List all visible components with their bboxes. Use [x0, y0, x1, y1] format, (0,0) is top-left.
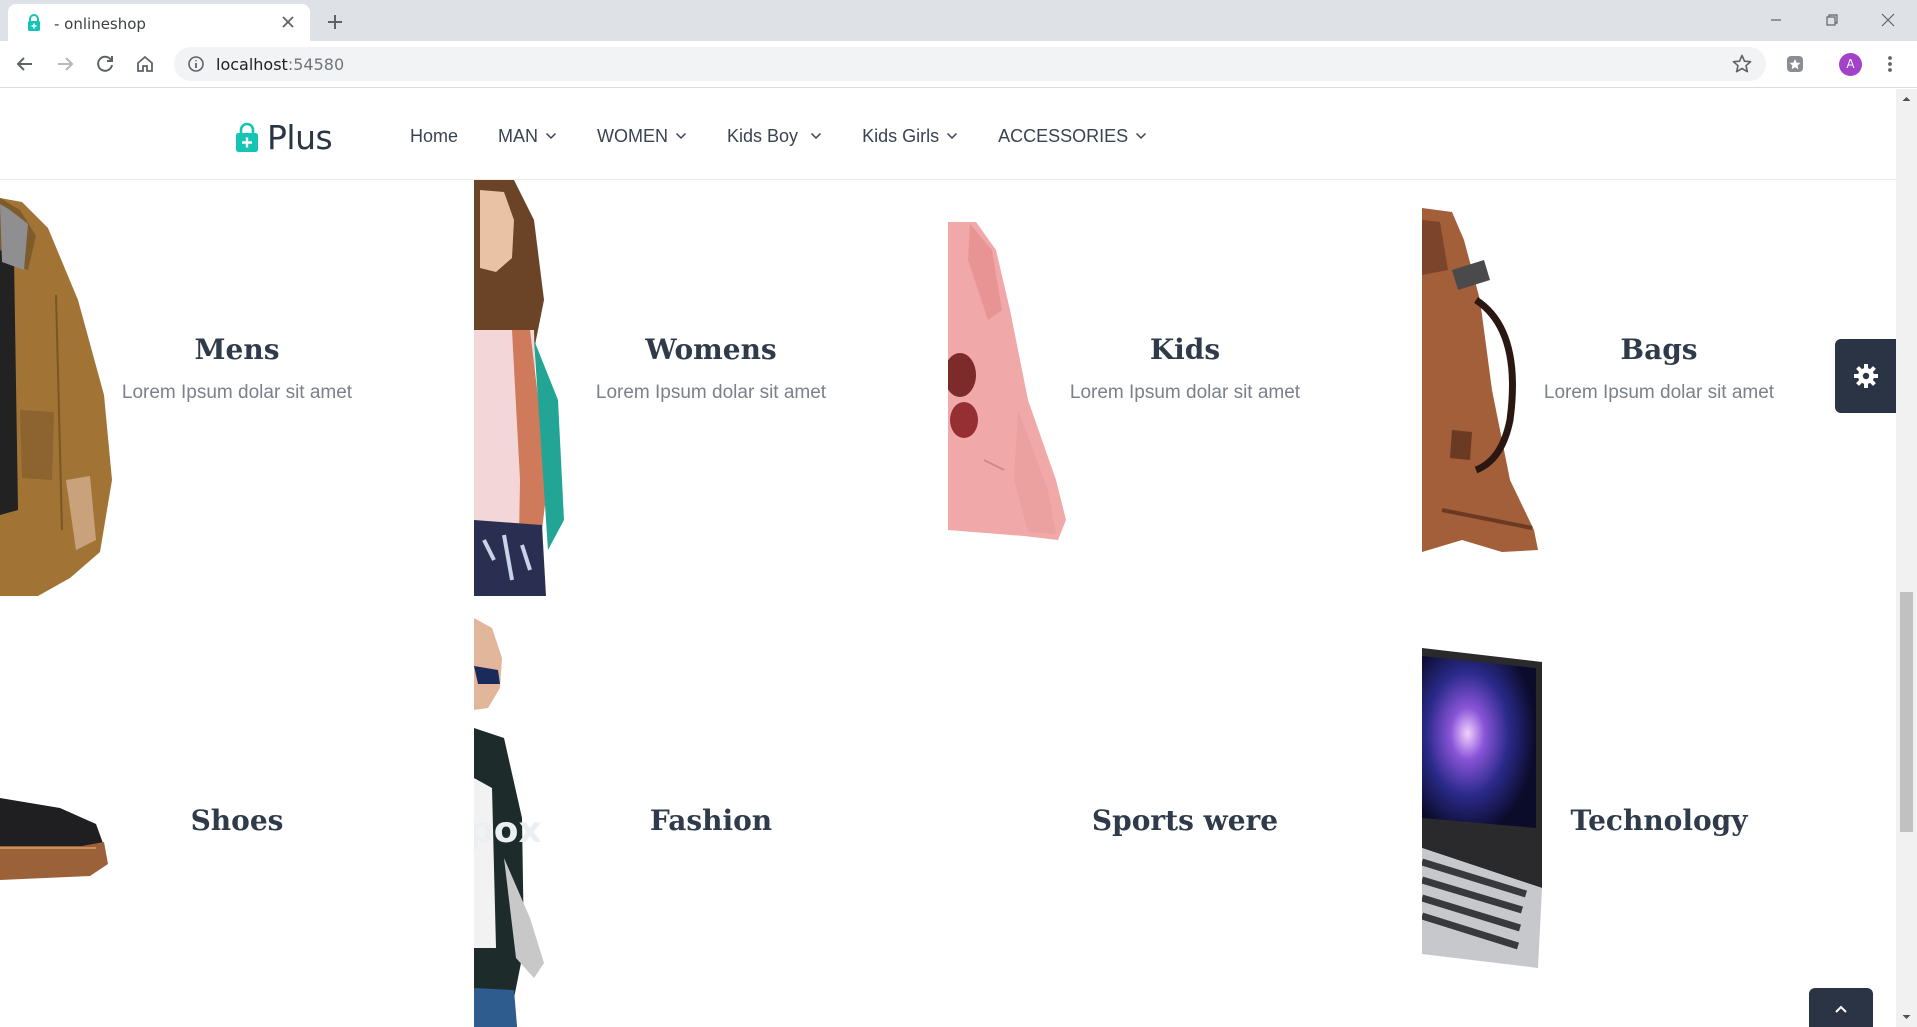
category-text: Shoes	[0, 804, 474, 837]
logo-text: Plus	[267, 117, 333, 157]
nav-kids-girls[interactable]: Kids Girls	[862, 126, 958, 147]
category-text: Sports were	[948, 804, 1422, 837]
category-title: Womens	[645, 333, 777, 366]
extension-icon[interactable]	[1781, 50, 1809, 78]
url-host: localhost	[216, 55, 288, 74]
chevron-down-icon	[545, 132, 557, 140]
category-text: Womens Lorem Ipsum dolar sit amet	[474, 333, 948, 404]
category-subtitle: Lorem Ipsum dolar sit amet	[1069, 382, 1301, 403]
profile-avatar[interactable]: A	[1839, 53, 1862, 76]
new-tab-icon[interactable]	[321, 8, 349, 36]
scroll-up-arrow-icon[interactable]	[1900, 93, 1913, 105]
category-card-fashion[interactable]: pox Fashion	[474, 618, 948, 1027]
category-card-bags[interactable]: Bags Lorem Ipsum dolar sit amet	[1422, 180, 1896, 596]
nav-label: Kids Girls	[862, 125, 940, 146]
browser-toolbar: localhost:54580 A	[0, 41, 1917, 88]
bookmark-star-icon[interactable]	[1731, 53, 1753, 75]
back-icon[interactable]	[11, 50, 39, 78]
nav-man[interactable]: MAN	[498, 126, 557, 147]
chevron-up-icon	[1835, 1005, 1847, 1013]
chevron-down-icon	[947, 132, 958, 140]
close-tab-icon[interactable]	[276, 10, 300, 34]
url-port: :54580	[287, 55, 345, 74]
back-to-top-button[interactable]	[1809, 988, 1873, 1027]
restore-icon[interactable]	[1818, 6, 1846, 34]
chevron-down-icon	[811, 132, 822, 140]
category-title: Sports were	[1091, 804, 1279, 837]
category-card-technology[interactable]: Technology	[1422, 618, 1896, 1027]
category-text: Bags Lorem Ipsum dolar sit amet	[1422, 333, 1896, 404]
site-logo[interactable]: Plus	[235, 117, 333, 157]
reload-icon[interactable]	[91, 50, 119, 78]
scrollbar-thumb[interactable]	[1900, 592, 1913, 832]
browser-tab[interactable]: - onlineshop	[8, 4, 310, 41]
category-title: Bags	[1620, 333, 1698, 366]
page-viewport: Plus Home MAN WOMEN Kids Boy Kids Girls …	[0, 89, 1896, 1027]
forward-icon[interactable]	[51, 50, 79, 78]
site-header: Plus Home MAN WOMEN Kids Boy Kids Girls …	[0, 89, 1896, 180]
category-title: Shoes	[190, 804, 284, 837]
minimize-icon[interactable]	[1762, 6, 1790, 34]
shopping-bag-icon	[236, 122, 258, 152]
category-text: Fashion	[474, 804, 948, 837]
url-text: localhost:54580	[216, 55, 344, 74]
category-subtitle: Lorem Ipsum dolar sit amet	[121, 382, 353, 403]
nav-label: Home	[410, 125, 459, 146]
nav-label: WOMEN	[597, 125, 669, 146]
category-title: Fashion	[649, 804, 773, 837]
tab-title: - onlineshop	[54, 15, 146, 33]
category-title: Technology	[1570, 804, 1748, 837]
category-subtitle: Lorem Ipsum dolar sit amet	[1543, 382, 1775, 403]
nav-label: MAN	[498, 125, 539, 146]
nav-accessories[interactable]: ACCESSORIES	[998, 126, 1147, 147]
lock-bag-icon	[28, 14, 40, 31]
settings-button[interactable]	[1835, 339, 1896, 413]
home-icon[interactable]	[131, 50, 159, 78]
close-window-icon[interactable]	[1874, 6, 1902, 34]
category-text: Kids Lorem Ipsum dolar sit amet	[948, 333, 1422, 404]
tab-strip: - onlineshop	[0, 0, 1917, 41]
scroll-down-arrow-icon[interactable]	[1900, 1011, 1913, 1023]
page-scrollbar[interactable]	[1896, 89, 1917, 1027]
category-card-mens[interactable]: Mens Lorem Ipsum dolar sit amet	[0, 180, 474, 596]
main-nav: Home MAN WOMEN Kids Boy Kids Girls ACCES…	[410, 123, 1187, 149]
nav-kids-boy[interactable]: Kids Boy	[727, 126, 822, 147]
nav-women[interactable]: WOMEN	[597, 126, 687, 147]
category-card-kids[interactable]: Kids Lorem Ipsum dolar sit amet	[948, 180, 1422, 596]
category-text: Technology	[1422, 804, 1896, 837]
category-title: Kids	[1149, 333, 1221, 366]
category-title: Mens	[194, 333, 280, 366]
category-subtitle: Lorem Ipsum dolar sit amet	[595, 382, 827, 403]
nav-label: Kids Boy	[727, 125, 799, 146]
chevron-down-icon	[675, 132, 687, 140]
browser-menu-icon[interactable]	[1876, 50, 1904, 78]
browser-window: - onlineshop localhost:54580 A Plus Home…	[0, 0, 1917, 1027]
address-bar[interactable]: localhost:54580	[174, 47, 1766, 81]
gear-icon	[1854, 364, 1878, 388]
category-text: Mens Lorem Ipsum dolar sit amet	[0, 333, 474, 404]
category-card-womens[interactable]: Womens Lorem Ipsum dolar sit amet	[474, 180, 948, 596]
chevron-down-icon	[1136, 132, 1147, 140]
site-info-icon[interactable]	[186, 54, 206, 74]
nav-label: ACCESSORIES	[998, 125, 1129, 146]
category-card-sports[interactable]: Sports were	[948, 618, 1422, 1027]
category-card-shoes[interactable]: Shoes	[0, 618, 474, 1027]
nav-home[interactable]: Home	[410, 126, 458, 147]
